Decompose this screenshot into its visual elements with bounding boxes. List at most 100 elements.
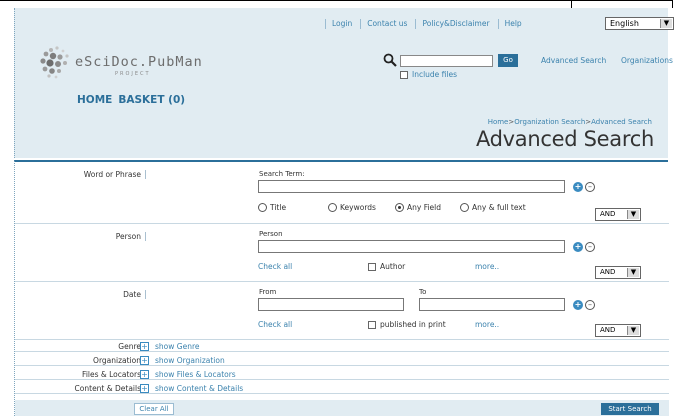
radio-keywords-button[interactable] [328, 203, 337, 212]
search-icon [383, 53, 397, 67]
word-add-remove: + – [573, 182, 595, 192]
expand-icon[interactable]: + [140, 384, 149, 393]
radio-any-field-button[interactable] [395, 203, 404, 212]
to-label: To [419, 288, 427, 296]
search-term-label: Search Term: [259, 170, 305, 178]
language-value: English [610, 19, 639, 28]
expand-icon[interactable]: + [140, 356, 149, 365]
quick-search-input[interactable] [400, 55, 493, 67]
row-divider [145, 290, 146, 299]
show-content-details-link[interactable]: show Content & Details [155, 384, 243, 393]
date-operator-select[interactable]: AND ▼ [595, 324, 641, 337]
expand-icon[interactable]: + [140, 370, 149, 379]
word-phrase-section: Word or Phrase Search Term: + – Title Ke… [15, 162, 669, 224]
radio-keywords[interactable]: Keywords [328, 203, 376, 212]
published-in-print-label: published in print [380, 320, 446, 329]
include-files-toggle[interactable]: Include files [400, 70, 457, 79]
radio-any-field-label: Any Field [407, 203, 442, 212]
date-to-input[interactable] [419, 298, 565, 311]
remove-circle-icon[interactable]: – [585, 300, 595, 310]
start-search-button[interactable]: Start Search [601, 403, 659, 415]
person-operator-select[interactable]: AND ▼ [595, 266, 641, 279]
show-genre-link[interactable]: show Genre [155, 342, 199, 351]
remove-circle-icon[interactable]: – [585, 182, 595, 192]
policy-link[interactable]: Policy&Disclaimer [415, 19, 497, 29]
add-circle-icon[interactable]: + [573, 242, 583, 252]
person-section-label: Person [115, 232, 141, 241]
logo[interactable]: eSciDoc.PubMan PROJECT [37, 44, 237, 84]
clear-all-button[interactable]: Clear All [134, 403, 174, 415]
radio-title[interactable]: Title [258, 203, 286, 212]
chevron-down-icon: ▼ [627, 326, 639, 335]
window-tick [571, 0, 572, 8]
person-section: Person Person + – Check all Author more.… [15, 224, 669, 282]
login-link[interactable]: Login [325, 19, 360, 29]
window-right-line [672, 0, 673, 8]
include-files-checkbox[interactable] [400, 70, 408, 79]
home-link[interactable]: HOME [77, 94, 112, 106]
logo-dots-icon [40, 46, 69, 79]
breadcrumb-org[interactable]: Organization Search [514, 118, 585, 126]
breadcrumb-current: Advanced Search [591, 118, 652, 126]
author-checkbox[interactable] [368, 262, 376, 271]
show-organization-link[interactable]: show Organization [155, 356, 225, 365]
date-add-remove: + – [573, 300, 595, 310]
radio-title-button[interactable] [258, 203, 267, 212]
genre-label: Genre [118, 342, 141, 351]
radio-any-fulltext-label: Any & full text [472, 203, 526, 212]
person-add-remove: + – [573, 242, 595, 252]
radio-title-label: Title [270, 203, 287, 212]
add-circle-icon[interactable]: + [573, 300, 583, 310]
radio-keywords-label: Keywords [340, 203, 376, 212]
go-button[interactable]: Go [498, 54, 518, 67]
expand-icon[interactable]: + [140, 342, 149, 351]
organization-label: Organization [93, 356, 141, 365]
person-input[interactable] [258, 240, 565, 253]
help-link[interactable]: Help [497, 19, 530, 29]
window-edge [0, 0, 674, 8]
content-details-label: Content & Details [74, 384, 141, 393]
published-checkbox-row[interactable]: published in print [368, 320, 446, 329]
genre-row: Genre + show Genre [15, 340, 669, 352]
author-label: Author [380, 262, 406, 271]
date-operator-value: AND [600, 326, 616, 334]
advanced-search-link[interactable]: Advanced Search [541, 56, 606, 65]
date-section: Date From To + – Check all published in … [15, 282, 669, 340]
date-section-label: Date [123, 290, 141, 299]
published-in-print-checkbox[interactable] [368, 320, 376, 329]
date-from-input[interactable] [258, 298, 404, 311]
chevron-down-icon: ▼ [660, 19, 672, 28]
person-more-link[interactable]: more.. [475, 262, 499, 271]
search-term-input[interactable] [258, 180, 565, 193]
content-details-row: Content & Details + show Content & Detai… [15, 382, 669, 394]
language-select[interactable]: English ▼ [605, 17, 674, 30]
logo-name: eSciDoc.PubMan [75, 54, 203, 70]
files-locators-row: Files & Locators + show Files & Locators [15, 368, 669, 380]
date-more-link[interactable]: more.. [475, 320, 499, 329]
radio-any-fulltext-button[interactable] [460, 203, 469, 212]
add-circle-icon[interactable]: + [573, 182, 583, 192]
action-bar: Clear All Start Search [15, 400, 669, 416]
contact-link[interactable]: Contact us [360, 19, 415, 29]
basket-link[interactable]: BASKET (0) [118, 94, 185, 106]
show-files-locators-link[interactable]: show Files & Locators [155, 370, 236, 379]
radio-any-fulltext[interactable]: Any & full text [460, 203, 526, 212]
files-locators-label: Files & Locators [82, 370, 141, 379]
organization-row: Organization + show Organization [15, 354, 669, 366]
page-title: Advanced Search [475, 127, 654, 151]
person-check-all-link[interactable]: Check all [258, 262, 292, 271]
person-operator-value: AND [600, 268, 616, 276]
breadcrumb: Home>Organization Search>Advanced Search [488, 118, 652, 126]
organizations-link[interactable]: Organizations [621, 56, 673, 65]
advanced-search-form: Word or Phrase Search Term: + – Title Ke… [14, 160, 669, 416]
author-checkbox-row[interactable]: Author [368, 262, 405, 271]
remove-circle-icon[interactable]: – [585, 242, 595, 252]
include-files-label: Include files [412, 70, 458, 79]
logo-subtitle: PROJECT [115, 71, 151, 77]
word-operator-select[interactable]: AND ▼ [595, 208, 641, 221]
word-operator-value: AND [600, 210, 616, 218]
breadcrumb-home[interactable]: Home [488, 118, 509, 126]
date-check-all-link[interactable]: Check all [258, 320, 292, 329]
radio-any-field[interactable]: Any Field [395, 203, 441, 212]
chevron-down-icon: ▼ [627, 210, 639, 219]
